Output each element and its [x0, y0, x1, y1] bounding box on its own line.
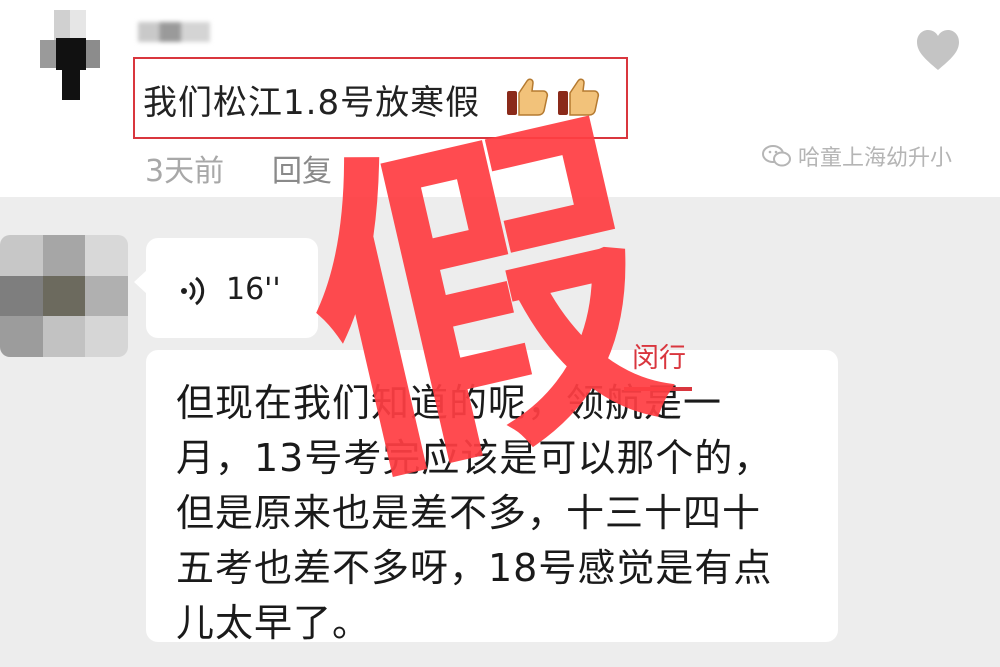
username: [138, 22, 210, 42]
voice-wave-icon: [181, 276, 205, 306]
watermark-text: 哈童上海幼升小: [798, 146, 953, 171]
wechat-icon: [762, 145, 791, 167]
message-line: 五考也差不多呀，18号感觉是有点: [176, 546, 773, 590]
comment-time: 3天前: [145, 154, 225, 189]
watermark: 哈童上海幼升小: [762, 140, 952, 172]
heart-icon[interactable]: [915, 28, 961, 74]
avatar[interactable]: [0, 235, 128, 357]
message-line: 儿太早了。: [176, 601, 372, 645]
avatar[interactable]: [40, 10, 100, 100]
voice-duration: 16'': [226, 272, 281, 307]
